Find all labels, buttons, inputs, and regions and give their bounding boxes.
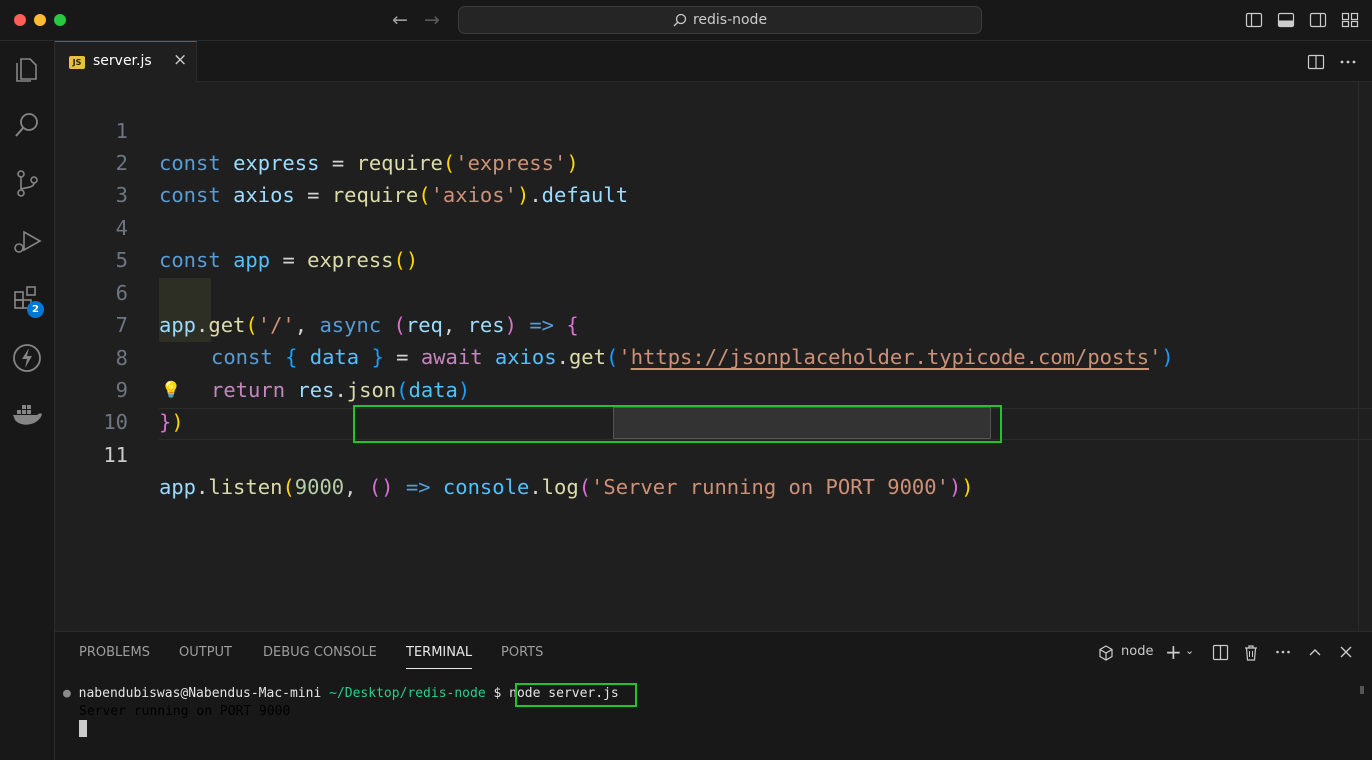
more-actions-icon[interactable] [1339,53,1357,71]
docker-icon[interactable] [10,398,44,432]
toggle-secondary-sidebar-icon[interactable] [1309,11,1327,29]
terminal-profile-icon [1099,645,1113,661]
code-line: 10 💡 [55,374,1372,434]
zoom-window-button[interactable] [54,14,66,26]
source-control-icon[interactable] [10,166,44,200]
customize-layout-icon[interactable] [1341,11,1359,29]
lightning-icon[interactable] [10,341,44,375]
bottom-panel: PROBLEMS OUTPUT DEBUG CONSOLE TERMINAL P… [55,631,1372,760]
back-arrow-icon[interactable]: ← [392,9,408,31]
editor-scrollbar[interactable] [1358,82,1372,631]
activity-bar: 2 [0,41,55,760]
tab-output[interactable]: OUTPUT [179,645,232,660]
code-line: 4 const app = express() [55,180,1372,272]
close-panel-icon[interactable] [1338,644,1354,660]
line-number: 11 [103,443,128,467]
split-editor-icon[interactable] [1307,53,1325,71]
chevron-down-icon[interactable]: ⌄ [1185,644,1194,657]
workspace-name: redis-node [692,12,768,28]
forward-arrow-icon[interactable]: → [424,9,440,31]
search-icon [673,13,687,27]
close-tab-icon[interactable]: × [173,50,187,70]
trash-icon[interactable] [1243,644,1259,661]
highlight-box-callback [353,405,1002,443]
maximize-panel-icon[interactable] [1307,644,1323,660]
code-line: 8 return res.json(data) [55,310,1372,402]
lightbulb-icon[interactable]: 💡 [161,374,181,406]
code-line: 9 }) [55,342,1372,434]
minimize-window-button[interactable] [34,14,46,26]
toggle-primary-sidebar-icon[interactable] [1245,11,1263,29]
run-and-debug-icon[interactable] [10,224,44,258]
tab-debug-console[interactable]: DEBUG CONSOLE [263,645,377,660]
javascript-file-icon: JS [69,56,85,69]
code-line: 3 [55,147,1372,207]
terminal-cursor [79,720,87,737]
code-line: 5 [55,212,1372,272]
new-terminal-icon[interactable]: + [1165,640,1182,664]
terminal-name[interactable]: node [1121,644,1153,659]
highlight-box-command [515,683,637,707]
terminal-scrollbar[interactable] [1360,686,1364,694]
code-line: 1 const express = require('express') [55,83,1372,175]
tab-server-js[interactable]: JS server.js × [55,41,197,82]
code-line: 7 const { data } = await axios.get('http… [55,277,1372,369]
tab-terminal[interactable]: TERMINAL [406,645,473,669]
explorer-icon[interactable] [10,51,44,85]
more-actions-icon[interactable] [1275,644,1291,660]
prompt-dot-icon: ● [63,686,71,701]
editor-tab-bar: JS server.js × [55,41,1372,82]
extensions-badge: 2 [27,301,44,318]
tab-ports[interactable]: PORTS [501,645,543,660]
code-line: 2 const axios = require('axios').default [55,115,1372,207]
code-line: 6 app.get('/', async (req, res) => { [55,245,1372,337]
split-terminal-icon[interactable] [1212,644,1229,661]
terminal-output: Server running on PORT 9000 [79,704,291,719]
title-bar: ← → redis-node [0,0,1372,41]
toggle-panel-icon[interactable] [1277,11,1295,29]
command-center-search[interactable]: redis-node [458,6,982,34]
code-editor[interactable]: 1 const express = require('express') 2 c… [55,82,1372,631]
close-window-button[interactable] [14,14,26,26]
tab-problems[interactable]: PROBLEMS [79,645,150,660]
tab-label: server.js [93,53,152,69]
search-icon[interactable] [10,108,44,142]
